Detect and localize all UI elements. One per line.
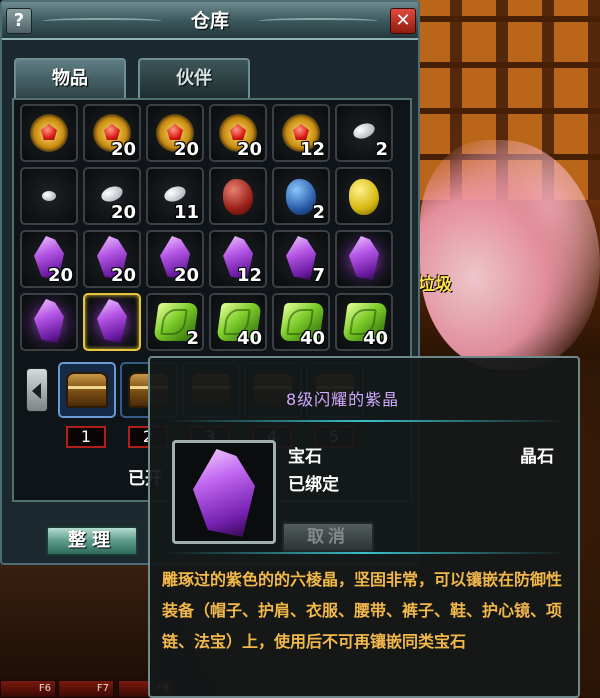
inventory-slot[interactable]: 20	[83, 230, 141, 288]
item-quantity: 20	[110, 139, 136, 160]
item-quantity: 2	[186, 328, 199, 349]
item-quantity: 20	[173, 265, 199, 286]
tooltip-bound-status: 已绑定	[288, 475, 339, 495]
inventory-slot[interactable]: 20	[20, 230, 78, 288]
help-button[interactable]: ?	[6, 8, 32, 34]
tab-companion[interactable]: 伙伴	[138, 58, 250, 98]
item-quantity: 2	[312, 202, 325, 223]
item-quantity: 40	[362, 328, 388, 349]
trash-label[interactable]: 垃圾	[418, 270, 452, 295]
inventory-slot[interactable]: 20	[83, 167, 141, 225]
item-quantity: 20	[47, 265, 73, 286]
item-quantity: 20	[236, 139, 262, 160]
inventory-grid: 20 20 20 12 2 20 11 2 20 20 20 12 7 2 40 40 40	[20, 104, 393, 351]
inventory-slot[interactable]: 20	[146, 230, 204, 288]
close-button[interactable]: ✕	[390, 8, 416, 34]
inventory-slot[interactable]	[20, 293, 78, 351]
inventory-slot[interactable]	[335, 230, 393, 288]
inventory-slot[interactable]: 40	[209, 293, 267, 351]
item-quantity: 11	[173, 202, 199, 223]
inventory-slot[interactable]: 11	[146, 167, 204, 225]
item-quantity: 20	[110, 202, 136, 223]
hotkey-f6[interactable]: F6	[0, 680, 56, 698]
tooltip-item-type: 宝石	[288, 447, 322, 467]
tooltip-item-category: 晶石	[520, 447, 554, 467]
inventory-slot[interactable]: 7	[272, 230, 330, 288]
sort-button[interactable]: 整理	[46, 526, 138, 556]
hotkey-f7[interactable]: F7	[58, 680, 114, 698]
yellow-stone-icon	[349, 179, 379, 215]
tooltip-item-name: 8级闪耀的紫晶	[286, 390, 400, 409]
scene-floor-lower	[0, 560, 160, 698]
white-gem-icon	[351, 120, 377, 142]
inventory-slot[interactable]	[20, 167, 78, 225]
inventory-slot[interactable]: 12	[272, 104, 330, 162]
tooltip-description: 雕琢过的紫色的的六棱晶，坚固非常，可以镶嵌在防御性装备（帽子、护肩、衣服、腰带、…	[162, 570, 563, 651]
item-quantity: 12	[236, 265, 262, 286]
tooltip-icon-frame	[172, 440, 276, 544]
inventory-slot[interactable]	[83, 293, 141, 351]
item-quantity: 40	[236, 328, 262, 349]
inventory-slot[interactable]	[20, 104, 78, 162]
item-quantity: 2	[375, 139, 388, 160]
window-title: 仓库	[190, 10, 229, 32]
page-number-1: 1	[66, 426, 106, 448]
inventory-slot[interactable]	[209, 167, 267, 225]
cancel-button[interactable]: 取消	[282, 522, 374, 552]
tab-items[interactable]: 物品	[14, 58, 126, 98]
item-quantity: 7	[312, 265, 325, 286]
item-quantity: 20	[173, 139, 199, 160]
white-gem-icon	[42, 191, 56, 201]
red-gem-icon	[30, 114, 68, 152]
inventory-slot[interactable]: 20	[209, 104, 267, 162]
inventory-slot[interactable]: 40	[335, 293, 393, 351]
inventory-slot[interactable]: 2	[335, 104, 393, 162]
inventory-slot[interactable]: 20	[146, 104, 204, 162]
item-quantity: 20	[110, 265, 136, 286]
red-stone-icon	[223, 179, 253, 215]
item-quantity: 40	[299, 328, 325, 349]
tooltip-divider-bottom	[166, 552, 566, 554]
inventory-slot[interactable]	[335, 167, 393, 225]
inventory-slot[interactable]: 20	[83, 104, 141, 162]
inventory-slot[interactable]: 12	[209, 230, 267, 288]
inventory-slot[interactable]: 40	[272, 293, 330, 351]
inventory-slot[interactable]: 2	[146, 293, 204, 351]
window-titlebar[interactable]: 仓库 ? ✕	[2, 2, 418, 40]
purple-crystal-icon	[193, 449, 255, 537]
item-quantity: 12	[299, 139, 325, 160]
tooltip-divider-top	[166, 420, 566, 422]
inventory-slot[interactable]: 2	[272, 167, 330, 225]
